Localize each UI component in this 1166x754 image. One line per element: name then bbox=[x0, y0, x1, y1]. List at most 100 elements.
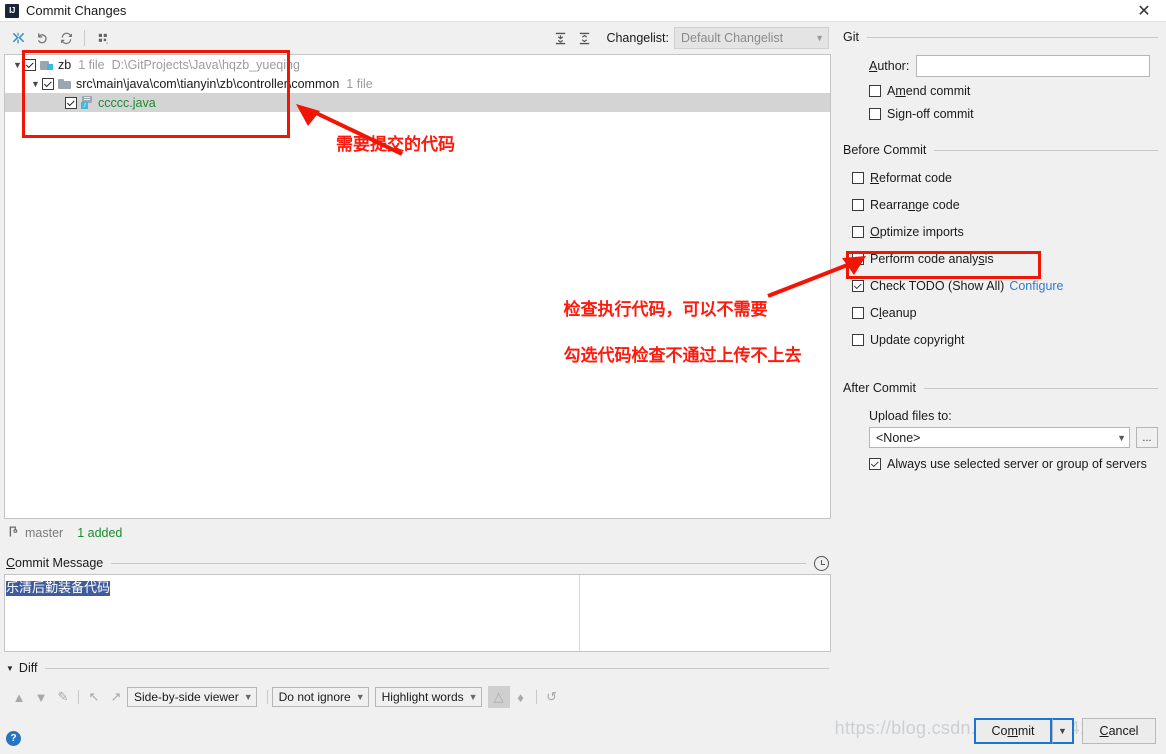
changelist-label-text: Changelist: bbox=[606, 31, 669, 45]
help-icon[interactable]: ? bbox=[6, 731, 21, 746]
author-label: Author: bbox=[869, 59, 910, 73]
collapse-unchanged-icon[interactable]: ♦ bbox=[510, 686, 532, 708]
perform-code-analysis-label[interactable]: Perform code analysis bbox=[870, 252, 994, 266]
perform-code-analysis-row[interactable]: Perform code analysis bbox=[852, 250, 1158, 268]
tree-row-folder[interactable]: ▼ src\main\java\com\tianyin\zb\controlle… bbox=[5, 74, 830, 93]
optimize-imports-row[interactable]: Optimize imports bbox=[852, 223, 1158, 241]
check-todo-row[interactable]: Check TODO (Show All) Configure bbox=[852, 277, 1158, 295]
check-todo-label[interactable]: Check TODO (Show All) bbox=[870, 279, 1004, 293]
cleanup-row[interactable]: Cleanup bbox=[852, 304, 1158, 322]
tree-checkbox-file[interactable] bbox=[65, 96, 77, 109]
tree-checkbox-folder[interactable] bbox=[42, 77, 54, 90]
revert-icon[interactable]: ↺ bbox=[541, 686, 563, 708]
rearrange-code-label[interactable]: Rearrange code bbox=[870, 198, 960, 212]
diff-title: Diff bbox=[18, 661, 38, 675]
rearrange-code-checkbox[interactable] bbox=[852, 199, 864, 211]
module-name: zb bbox=[58, 57, 72, 72]
accept-left-icon[interactable]: ↖ bbox=[83, 686, 105, 708]
tree-checkbox-module[interactable] bbox=[24, 58, 36, 71]
author-field[interactable] bbox=[916, 55, 1150, 77]
git-group-header: Git bbox=[843, 28, 1158, 46]
amend-commit-label[interactable]: Amend commit bbox=[887, 84, 970, 98]
upload-server-value: <None> bbox=[876, 430, 921, 445]
tree-row-file[interactable]: J ccccc.java bbox=[5, 93, 830, 112]
diff-viewer-select[interactable]: Side-by-side viewer ▼ bbox=[127, 687, 257, 707]
commit-button[interactable]: Co m mit bbox=[974, 718, 1052, 744]
perform-code-analysis-checkbox[interactable] bbox=[852, 253, 864, 265]
update-copyright-checkbox[interactable] bbox=[852, 334, 864, 346]
update-copyright-label[interactable]: Update copyright bbox=[870, 333, 965, 347]
diff-separator bbox=[78, 690, 79, 704]
cleanup-label[interactable]: Cleanup bbox=[870, 306, 917, 320]
jump-to-source-icon[interactable]: ✎ bbox=[52, 686, 74, 708]
collapse-all-icon[interactable] bbox=[572, 26, 596, 50]
before-commit-group-divider bbox=[934, 149, 1158, 151]
tree-expander-icon[interactable]: ▼ bbox=[29, 79, 42, 89]
always-use-server-checkbox[interactable] bbox=[869, 458, 881, 470]
next-difference-icon[interactable]: ▼ bbox=[30, 686, 52, 708]
optimize-imports-label[interactable]: Optimize imports bbox=[870, 225, 964, 239]
commit-message-side-panel bbox=[580, 575, 830, 651]
after-commit-group-divider bbox=[923, 387, 1158, 389]
reformat-code-row[interactable]: Reformat code bbox=[852, 169, 1158, 187]
commit-message-area[interactable]: 乐清后勤装备代码 bbox=[4, 574, 831, 652]
commit-message-input[interactable]: 乐清后勤装备代码 bbox=[5, 575, 580, 651]
diff-collapse-icon[interactable]: ▼ bbox=[6, 664, 14, 673]
amend-commit-checkbox[interactable] bbox=[869, 85, 881, 97]
annotation-text-analysis: 检查执行代码，可以不需要 勾选代码检查不通过上传不上去 bbox=[528, 276, 802, 391]
toolbar-separator bbox=[84, 30, 85, 46]
chevron-down-icon: ▼ bbox=[1117, 432, 1126, 443]
browse-servers-button[interactable]: ... bbox=[1136, 427, 1158, 448]
expand-all-icon[interactable] bbox=[548, 26, 572, 50]
refresh-icon[interactable] bbox=[54, 26, 78, 50]
sign-off-commit-checkbox[interactable] bbox=[869, 108, 881, 120]
always-use-server-label[interactable]: Always use selected server or group of s… bbox=[887, 457, 1147, 471]
chevron-down-icon: ▼ bbox=[815, 33, 824, 43]
tree-row-module[interactable]: ▼ zb 1 file D:\GitProjects\Java\hqzb_yue… bbox=[5, 55, 830, 74]
always-use-server-row[interactable]: Always use selected server or group of s… bbox=[869, 455, 1158, 473]
cleanup-checkbox[interactable] bbox=[852, 307, 864, 319]
rearrange-code-row[interactable]: Rearrange code bbox=[852, 196, 1158, 214]
optimize-imports-checkbox[interactable] bbox=[852, 226, 864, 238]
folder-file-count: 1 file bbox=[346, 76, 373, 91]
sign-off-commit-row[interactable]: Sign-off commit bbox=[869, 105, 1158, 123]
diff-toolbar: ▲ ▼ ✎ ↖ ↗ Side-by-side viewer ▼ Do not i… bbox=[0, 684, 835, 710]
diff-ignore-select[interactable]: Do not ignore ▼ bbox=[271, 687, 369, 707]
changelist-select[interactable]: Default Changelist ▼ bbox=[674, 27, 829, 49]
check-todo-checkbox[interactable] bbox=[852, 280, 864, 292]
dialog-button-bar: Co m mit ▼ Cancel bbox=[974, 718, 1156, 744]
reformat-code-label[interactable]: Reformat code bbox=[870, 171, 952, 185]
chevron-down-icon: ▼ bbox=[468, 692, 478, 702]
commit-message-text: 乐清后勤装备代码 bbox=[6, 581, 111, 596]
show-diff-icon[interactable] bbox=[6, 26, 30, 50]
diff-divider bbox=[45, 667, 829, 669]
intellij-logo-icon: IJ bbox=[5, 3, 19, 18]
author-row: Author: bbox=[869, 55, 1158, 77]
clock-history-icon[interactable] bbox=[814, 555, 829, 571]
diff-header[interactable]: ▼ Diff bbox=[0, 658, 835, 678]
previous-difference-icon[interactable]: ▲ bbox=[8, 686, 30, 708]
group-by-icon[interactable] bbox=[91, 26, 115, 50]
java-class-icon: J bbox=[81, 96, 94, 109]
amend-commit-row[interactable]: Amend commit bbox=[869, 82, 1158, 100]
commit-dropdown-button[interactable]: ▼ bbox=[1052, 718, 1074, 744]
git-group-divider bbox=[866, 36, 1158, 38]
accept-right-icon[interactable]: ↗ bbox=[105, 686, 127, 708]
configure-link[interactable]: Configure bbox=[1009, 279, 1063, 293]
reformat-code-checkbox[interactable] bbox=[852, 172, 864, 184]
diff-viewer-value: Side-by-side viewer bbox=[134, 690, 239, 704]
close-icon[interactable]: ✕ bbox=[1122, 0, 1166, 22]
diff-separator bbox=[266, 690, 268, 704]
update-copyright-row[interactable]: Update copyright bbox=[852, 331, 1158, 349]
chevron-down-icon: ▼ bbox=[355, 692, 365, 702]
cancel-button[interactable]: Cancel bbox=[1082, 718, 1156, 744]
upload-server-select[interactable]: <None> ▼ bbox=[869, 427, 1130, 448]
rollback-icon[interactable] bbox=[30, 26, 54, 50]
annotation-line-2: 勾选代码检查不通过上传不上去 bbox=[563, 345, 802, 366]
module-path: D:\GitProjects\Java\hqzb_yueqing bbox=[111, 57, 300, 72]
chevron-down-icon: ▼ bbox=[243, 692, 253, 702]
sign-off-commit-label[interactable]: Sign-off commit bbox=[887, 107, 974, 121]
tree-expander-icon[interactable]: ▼ bbox=[11, 60, 24, 70]
diff-highlight-select[interactable]: Highlight words ▼ bbox=[374, 687, 482, 707]
highlight-toggle-icon[interactable]: △ bbox=[487, 686, 510, 708]
